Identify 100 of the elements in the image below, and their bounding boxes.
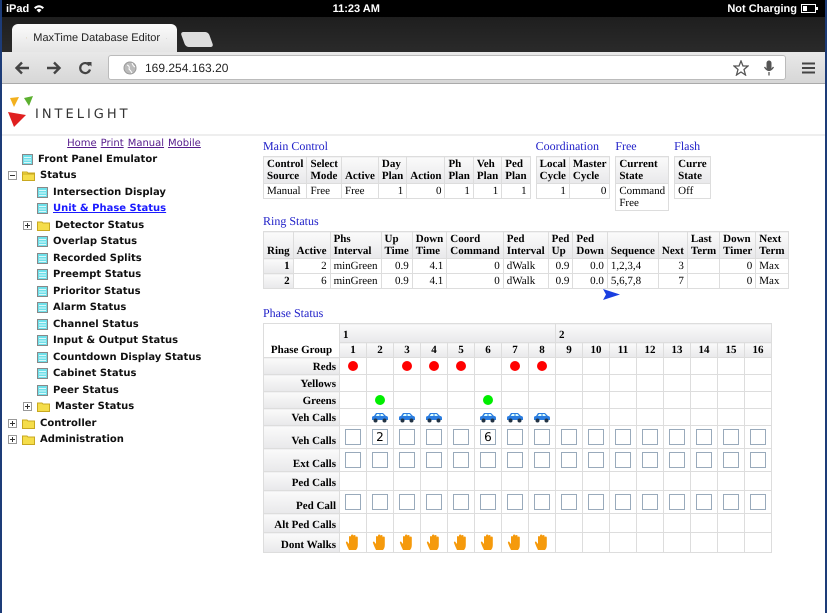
input-field[interactable] [534, 494, 550, 510]
input-field[interactable] [480, 494, 496, 510]
input-field[interactable] [507, 429, 523, 445]
column-header: Control Source [264, 156, 307, 184]
nav-link[interactable]: Home [67, 138, 97, 149]
expand-icon[interactable] [8, 418, 17, 428]
row-header: Alt Ped Calls [264, 514, 340, 532]
input-field[interactable] [750, 452, 766, 468]
tree-item[interactable]: Input & Output Status [53, 335, 178, 346]
input-field[interactable] [453, 494, 469, 510]
input-field[interactable] [696, 452, 712, 468]
tree-item[interactable]: Administration [40, 434, 124, 446]
folder-icon [22, 434, 35, 446]
input-field[interactable] [696, 494, 712, 510]
input-field[interactable] [345, 429, 361, 445]
column-header: Local Cycle [536, 156, 570, 184]
input-field[interactable] [669, 429, 685, 445]
tree-item[interactable]: Intersection Display [53, 186, 166, 198]
tree-item[interactable]: Peer Status [53, 384, 119, 396]
input-field[interactable] [507, 452, 523, 468]
collapse-icon[interactable] [8, 171, 17, 180]
column-header: 11 [610, 342, 636, 358]
tree-item[interactable]: Preempt Status [53, 269, 142, 280]
input-field[interactable] [561, 429, 577, 445]
star-icon[interactable] [733, 60, 749, 76]
input-field[interactable] [723, 494, 739, 510]
input-field[interactable] [642, 429, 658, 445]
back-icon[interactable] [14, 60, 30, 74]
menu-icon[interactable] [802, 62, 815, 74]
input-field[interactable] [426, 452, 442, 468]
input-field[interactable] [399, 429, 415, 445]
input-field[interactable] [453, 452, 469, 468]
input-field[interactable] [345, 452, 361, 468]
row-header: Yellows [264, 374, 340, 392]
input-field[interactable] [399, 452, 415, 468]
input-field[interactable] [669, 452, 685, 468]
input-field[interactable] [723, 429, 739, 445]
tree-item[interactable]: Recorded Splits [53, 252, 142, 264]
input-field[interactable] [750, 429, 766, 445]
tree-item[interactable]: Overlap Status [53, 236, 138, 248]
input-field[interactable] [345, 494, 361, 510]
input-field[interactable] [588, 429, 604, 445]
tree-item[interactable]: Controller [40, 418, 96, 429]
input-field[interactable] [561, 452, 577, 468]
input-field[interactable] [615, 494, 631, 510]
input-field[interactable] [534, 452, 550, 468]
input-field[interactable] [615, 452, 631, 468]
input-field[interactable] [669, 494, 685, 510]
globe-icon [123, 60, 137, 74]
input-field[interactable] [723, 452, 739, 468]
folder-icon [37, 401, 50, 412]
reload-icon[interactable] [78, 60, 92, 74]
input-field[interactable] [588, 494, 604, 510]
new-tab-button[interactable] [180, 32, 214, 47]
input-field[interactable] [507, 494, 523, 510]
tree-item[interactable]: Channel Status [53, 318, 139, 330]
input-field[interactable] [372, 452, 388, 468]
address-bar[interactable]: 169.254.163.20 [108, 55, 786, 80]
input-field[interactable]: 2 [372, 429, 388, 445]
expand-icon[interactable] [23, 220, 32, 230]
table-cell: minGreen [330, 258, 382, 274]
browser-tab[interactable]: MaxTime Database Editor [12, 24, 177, 52]
tree-item[interactable]: Cabinet Status [53, 368, 136, 380]
input-field[interactable] [561, 494, 577, 510]
input-field[interactable] [426, 494, 442, 510]
input-field[interactable] [534, 429, 550, 445]
microphone-icon[interactable] [763, 60, 775, 76]
input-field[interactable] [642, 452, 658, 468]
input-field[interactable] [696, 429, 712, 445]
tree-item[interactable]: Status [40, 170, 77, 182]
nav-link[interactable]: Mobile [168, 138, 201, 149]
tree-item[interactable]: Prioritor Status [53, 286, 141, 297]
input-field[interactable] [453, 429, 469, 445]
expand-icon[interactable] [8, 435, 17, 444]
input-field[interactable] [642, 494, 658, 510]
input-field[interactable]: 6 [480, 429, 496, 445]
open-folder-icon [22, 170, 35, 182]
column-header: Ped Up [548, 232, 573, 258]
tree-item[interactable]: Countdown Display Status [53, 352, 202, 363]
tree-item[interactable]: Detector Status [55, 220, 144, 231]
page-icon [37, 252, 48, 264]
input-field[interactable] [399, 494, 415, 510]
input-field[interactable] [372, 494, 388, 510]
scroll-right-arrow-icon[interactable] [603, 289, 620, 300]
tree-item[interactable]: Front Panel Emulator [38, 154, 158, 165]
clock-time: 11:23 AM [332, 2, 381, 14]
nav-link[interactable]: Manual [128, 138, 164, 149]
input-field[interactable] [750, 494, 766, 510]
tree-item[interactable]: Alarm Status [53, 302, 126, 314]
input-field[interactable] [426, 429, 442, 445]
expand-icon[interactable] [23, 402, 32, 412]
page-icon [37, 352, 48, 363]
table-cell: 6 [293, 274, 330, 288]
nav-link[interactable]: Print [100, 138, 124, 149]
forward-icon[interactable] [46, 60, 62, 74]
input-field[interactable] [480, 452, 496, 468]
input-field[interactable] [588, 452, 604, 468]
input-field[interactable] [615, 429, 631, 445]
tree-item[interactable]: Master Status [55, 401, 134, 412]
tree-item[interactable]: Unit & Phase Status [53, 203, 166, 214]
